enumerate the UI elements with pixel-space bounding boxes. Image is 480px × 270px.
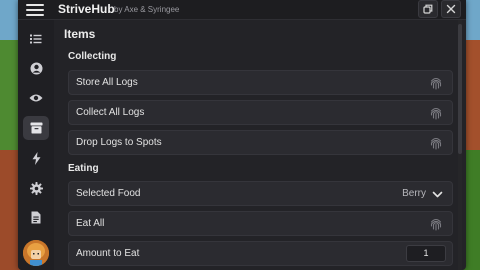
row-label: Eat All <box>76 218 105 229</box>
selected-food-dropdown[interactable]: Selected Food Berry <box>68 181 453 206</box>
sidebar-item-document[interactable] <box>23 205 49 229</box>
sidebar-item-user[interactable] <box>23 56 49 80</box>
sidebar-item-visuals[interactable] <box>23 86 49 110</box>
sidebar-item-settings[interactable] <box>23 176 49 200</box>
sidebar-item-list[interactable] <box>23 27 49 51</box>
app-title: StriveHub <box>58 2 115 16</box>
eye-icon <box>29 94 43 102</box>
archive-box-icon <box>30 122 42 134</box>
gear-icon <box>29 181 43 195</box>
eat-all-button[interactable]: Eat All <box>68 211 453 236</box>
fingerprint-icon <box>430 77 442 90</box>
list-icon <box>30 34 42 44</box>
app-subtitle: by Axe & Syringee <box>114 5 180 14</box>
chevron-down-icon <box>432 191 443 198</box>
amount-to-eat-input[interactable]: 1 <box>406 245 446 262</box>
lightning-icon <box>32 151 40 165</box>
row-label: Store All Logs <box>76 77 138 88</box>
row-label: Amount to Eat <box>76 248 140 259</box>
avatar[interactable] <box>23 240 49 266</box>
collect-all-logs-button[interactable]: Collect All Logs <box>68 100 453 125</box>
sidebar-item-items[interactable] <box>23 116 49 140</box>
row-label: Collect All Logs <box>76 107 145 118</box>
close-button[interactable] <box>441 0 461 18</box>
section-label-collecting: Collecting <box>68 51 117 62</box>
user-circle-icon <box>30 62 42 74</box>
fingerprint-icon <box>430 107 442 120</box>
drop-logs-to-spots-button[interactable]: Drop Logs to Spots <box>68 130 453 155</box>
sidebar-item-automation[interactable] <box>23 146 49 170</box>
restore-button[interactable] <box>418 0 438 18</box>
content-area: Items Collecting Store All Logs Collect … <box>62 20 458 270</box>
title-bar[interactable]: StriveHub by Axe & Syringee <box>18 0 466 20</box>
store-all-logs-button[interactable]: Store All Logs <box>68 70 453 95</box>
hamburger-menu-icon[interactable] <box>26 4 44 16</box>
page-title: Items <box>64 27 96 41</box>
amount-to-eat-row: Amount to Eat 1 <box>68 241 453 266</box>
strivehub-window: StriveHub by Axe & Syringee Items Collec… <box>18 0 466 270</box>
fingerprint-icon <box>430 137 442 150</box>
dropdown-value: Berry <box>402 188 426 199</box>
row-label: Drop Logs to Spots <box>76 137 162 148</box>
document-icon <box>31 211 41 223</box>
scrollbar[interactable] <box>458 20 462 270</box>
fingerprint-icon <box>430 218 442 231</box>
restore-icon <box>423 4 433 14</box>
avatar-image <box>23 240 49 266</box>
sidebar <box>18 20 54 270</box>
row-label: Selected Food <box>76 188 141 199</box>
section-label-eating: Eating <box>68 163 99 174</box>
close-icon <box>446 4 456 14</box>
scroll-thumb[interactable] <box>458 24 462 154</box>
